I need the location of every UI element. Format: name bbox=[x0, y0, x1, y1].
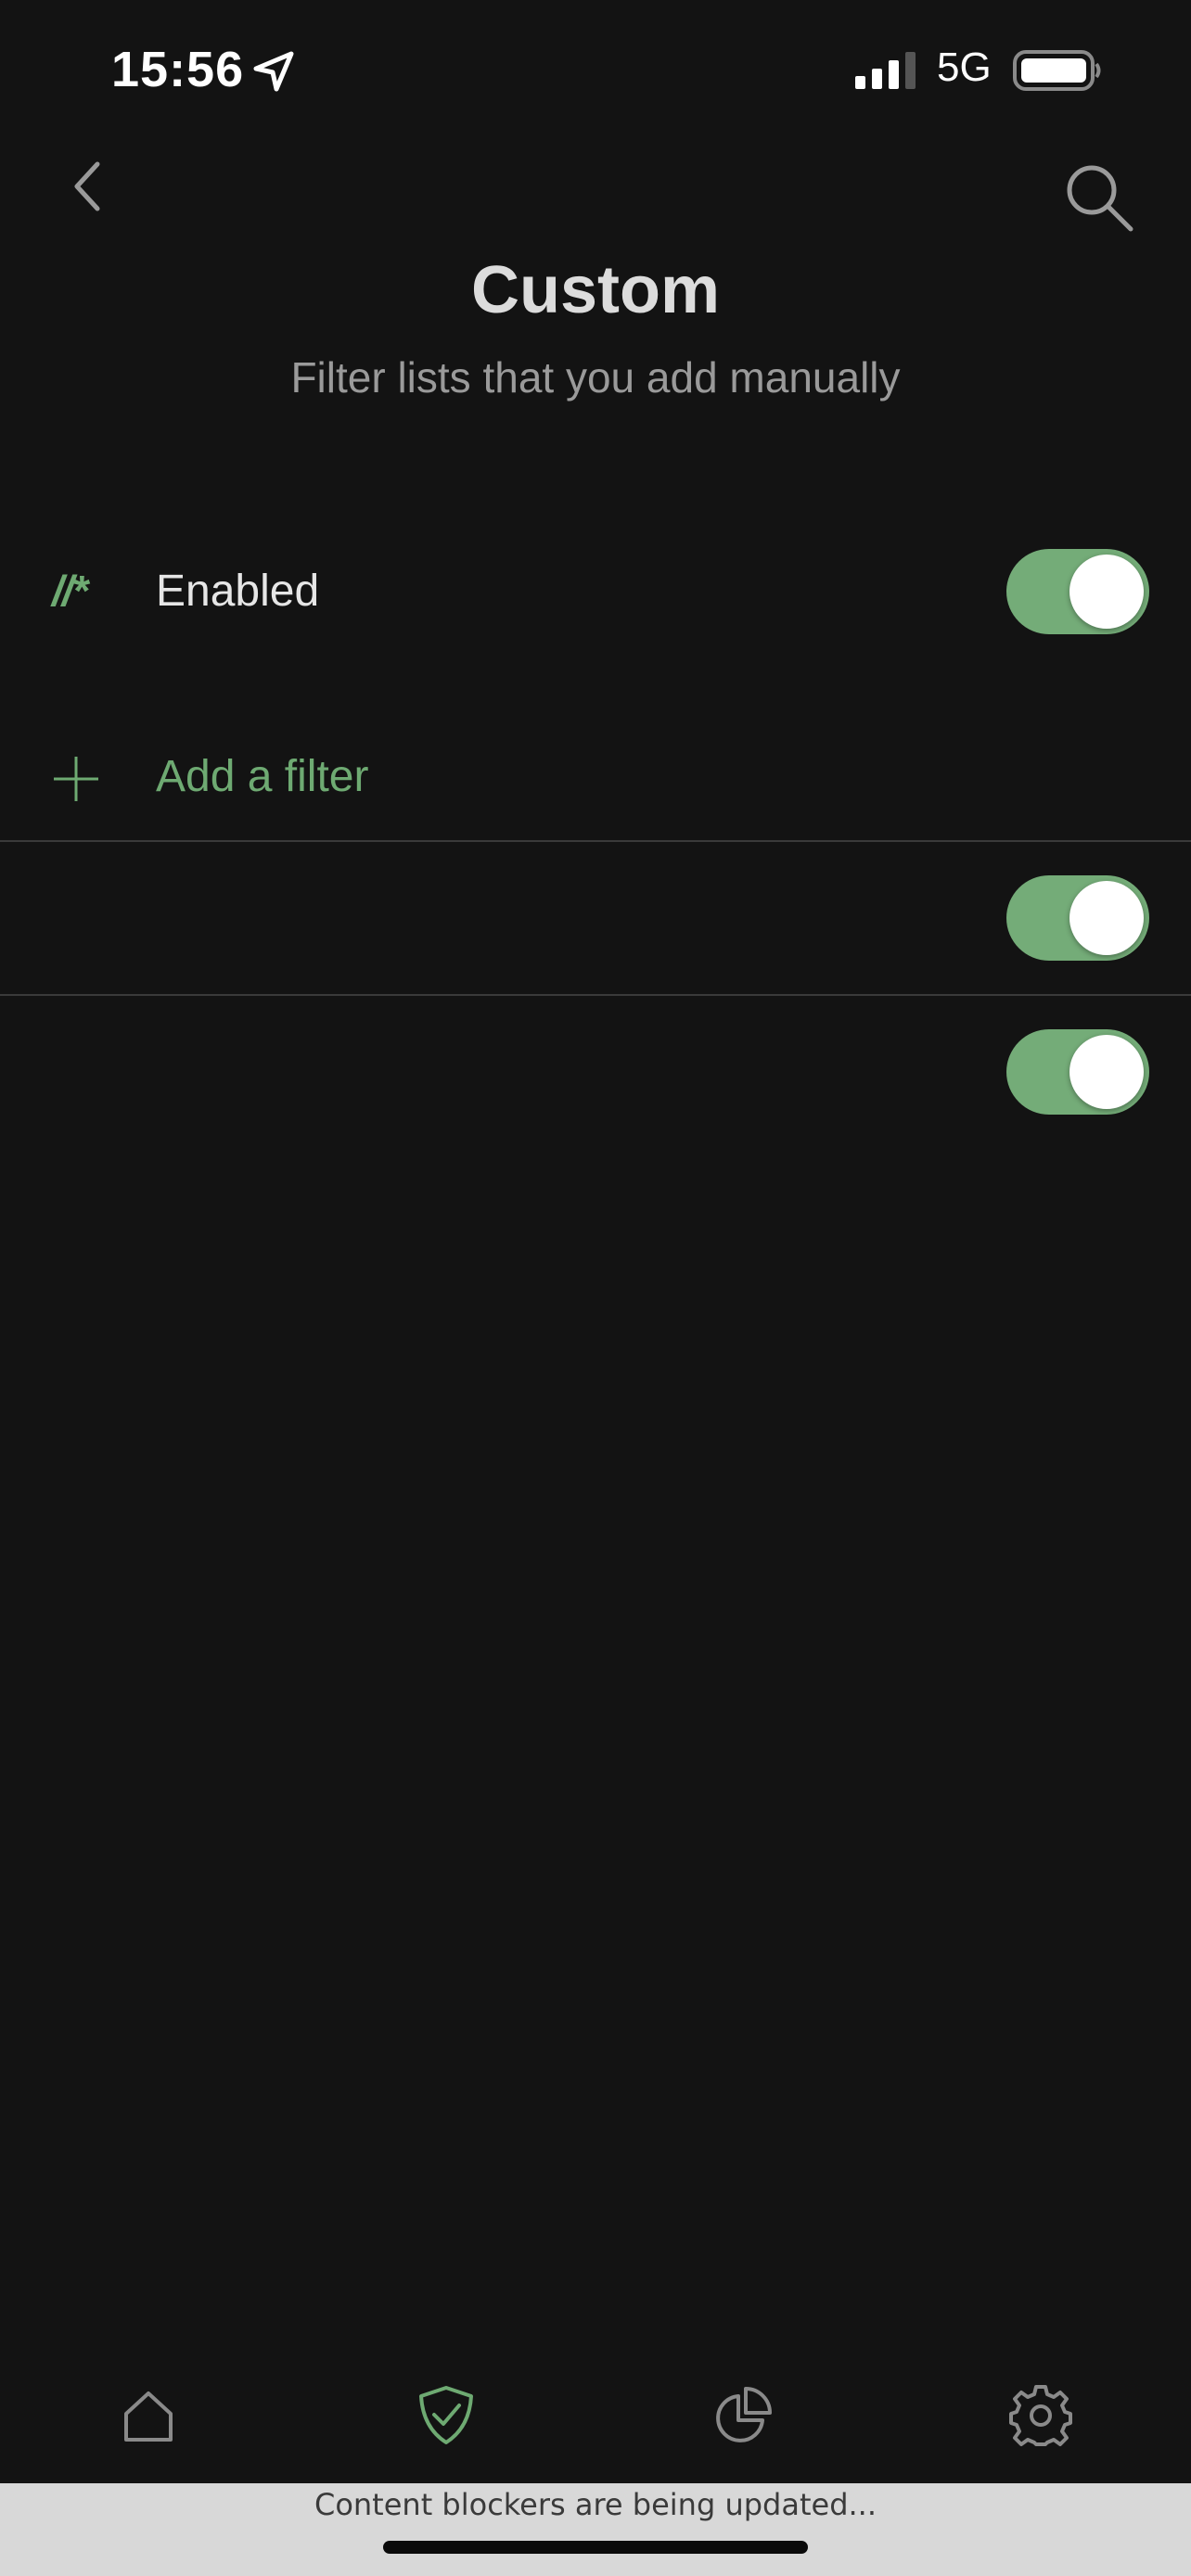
filter-toggle[interactable] bbox=[1006, 875, 1149, 961]
network-type: 5G bbox=[937, 45, 992, 90]
shield-check-icon bbox=[419, 2386, 473, 2444]
toggle-knob bbox=[1069, 881, 1144, 955]
tab-home[interactable] bbox=[107, 2374, 190, 2457]
enabled-label: Enabled bbox=[156, 567, 320, 616]
tab-statistics[interactable] bbox=[701, 2374, 785, 2457]
add-filter-label: Add a filter bbox=[156, 752, 369, 801]
back-chevron-icon bbox=[74, 161, 100, 211]
back-button[interactable] bbox=[56, 154, 121, 219]
toggle-knob bbox=[1069, 555, 1144, 629]
update-banner-text: Content blockers are being updated... bbox=[314, 2487, 877, 2522]
filter-row[interactable] bbox=[0, 996, 1191, 1148]
filter-toggle[interactable] bbox=[1006, 1029, 1149, 1115]
search-icon bbox=[1067, 165, 1133, 232]
add-filter-button[interactable]: Add a filter bbox=[0, 723, 1191, 835]
page-title: Custom bbox=[471, 253, 720, 327]
tab-settings[interactable] bbox=[999, 2374, 1082, 2457]
plus-icon bbox=[54, 757, 98, 801]
gear-icon bbox=[1009, 2385, 1072, 2446]
search-button[interactable] bbox=[1057, 156, 1141, 239]
status-time: 15:56 bbox=[111, 42, 245, 97]
page-subtitle: Filter lists that you add manually bbox=[290, 353, 901, 402]
battery-icon bbox=[1013, 50, 1101, 91]
filter-row[interactable] bbox=[0, 842, 1191, 994]
regex-icon: //* bbox=[52, 567, 88, 615]
pie-chart-icon bbox=[716, 2387, 772, 2442]
signal-icon bbox=[855, 52, 916, 89]
home-icon bbox=[124, 2391, 173, 2442]
home-indicator[interactable] bbox=[383, 2541, 808, 2554]
tab-protection[interactable] bbox=[404, 2374, 488, 2457]
enabled-row: //* Enabled bbox=[0, 538, 1191, 649]
enabled-toggle[interactable] bbox=[1006, 549, 1149, 634]
location-arrow-icon bbox=[253, 51, 294, 92]
toggle-knob bbox=[1069, 1035, 1144, 1109]
